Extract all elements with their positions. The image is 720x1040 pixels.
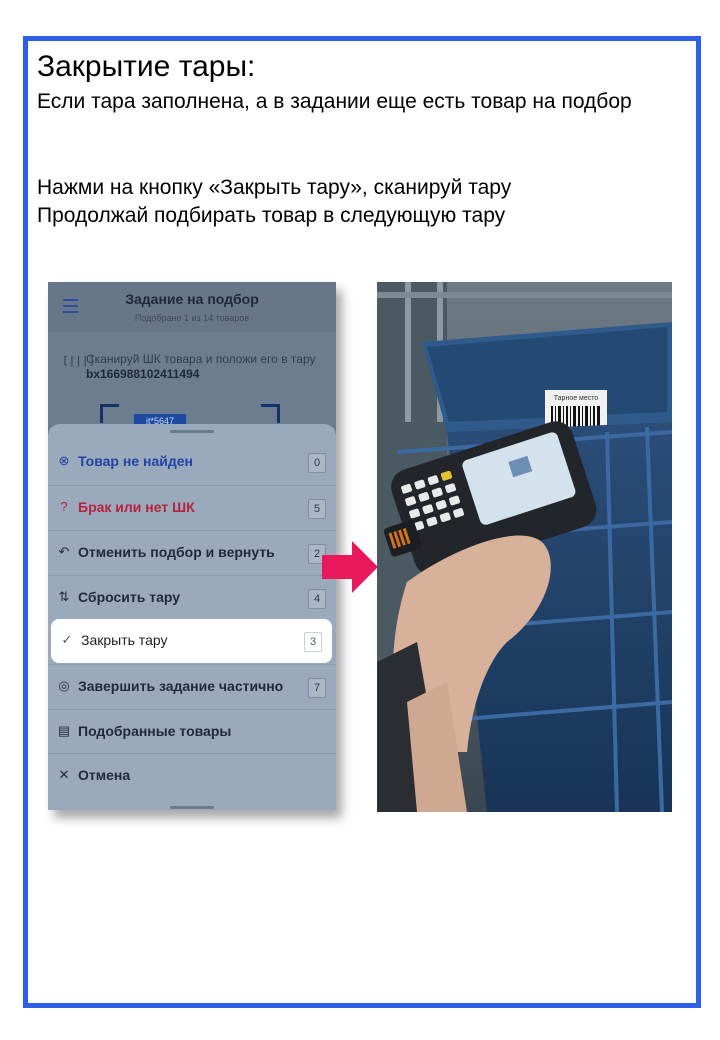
menu-item-badge: 5 [308,499,326,519]
phone-screenshot: Задание на подбор Подобрано 1 из 14 това… [48,282,336,810]
menu-item-badge: 0 [308,453,326,473]
menu-item-cancel[interactable]: ✕ Отмена [48,753,336,798]
instruction-line-1: Если тара заполнена, а в задании еще ест… [37,90,632,113]
menu-item-cancel-and-return[interactable]: ↶ Отменить подбор и вернуть 2 [48,530,336,575]
circle-question-icon: ? [60,499,68,514]
check-icon: ✓ [61,632,73,647]
screen-subtitle: Подобрано 1 из 14 товаров [134,313,250,323]
container-id: bx166988102411494 [86,367,200,381]
menu-item-label: Подобранные товары [78,723,232,739]
app-header: Задание на подбор Подобрано 1 из 14 това… [48,282,336,332]
undo-icon: ↶ [58,544,70,559]
menu-item-finish-partially[interactable]: ◎ Завершить задание частично 7 [48,664,336,709]
sheet-handle[interactable] [170,430,214,433]
reset-container-icon: ⇅ [58,589,70,604]
close-icon: ✕ [58,767,70,782]
menu-item-label: Брак или нет ШК [78,499,195,515]
scanner-photo: Тарное место [377,282,672,812]
menu-item-label: Отмена [78,767,131,783]
instruction-block-2: Нажми на кнопку «Закрыть тару», сканируй… [37,174,677,230]
instruction-line-2: Нажми на кнопку «Закрыть тару», сканируй… [37,176,512,199]
menu-item-item-not-found[interactable]: ⊗ Товар не найден 0 [48,440,336,484]
screen-title: Задание на подбор [125,291,259,307]
action-sheet: ⊗ Товар не найден 0 ? Брак или нет ШК 5 … [48,424,336,810]
circle-check-icon: ◎ [58,678,70,693]
menu-item-label: Сбросить тару [78,589,181,605]
menu-item-badge: 7 [308,678,326,698]
menu-item-defect-no-barcode[interactable]: ? Брак или нет ШК 5 [48,485,336,530]
menu-item-picked-items[interactable]: ▤ Подобранные товары [48,709,336,754]
menu-item-label: Закрыть тару [81,632,168,648]
arrow-right-icon [322,541,378,593]
menu-item-label: Отменить подбор и вернуть [78,544,275,560]
menu-item-label: Товар не найден [78,453,193,469]
slide-title: Закрытие тары: [37,50,256,83]
scan-instruction: Сканируй ШК товара и положи его в тару b… [86,352,326,382]
menu-item-close-container[interactable]: ✓ Закрыть тару 3 [51,619,332,663]
document-icon: ▤ [57,723,71,738]
menu-item-label: Завершить задание частично [78,678,284,694]
scan-instruction-text: Сканируй ШК товара и положи его в тару [86,352,316,366]
box-label-text: Тарное место [554,395,599,402]
menu-item-reset-container[interactable]: ⇅ Сбросить тару 4 [48,575,336,620]
bottom-bar-indicator [170,806,214,809]
instruction-line-3: Продолжай подбирать товар в следующую та… [37,204,506,227]
circle-x-icon: ⊗ [58,453,70,468]
menu-item-badge: 3 [304,632,322,652]
